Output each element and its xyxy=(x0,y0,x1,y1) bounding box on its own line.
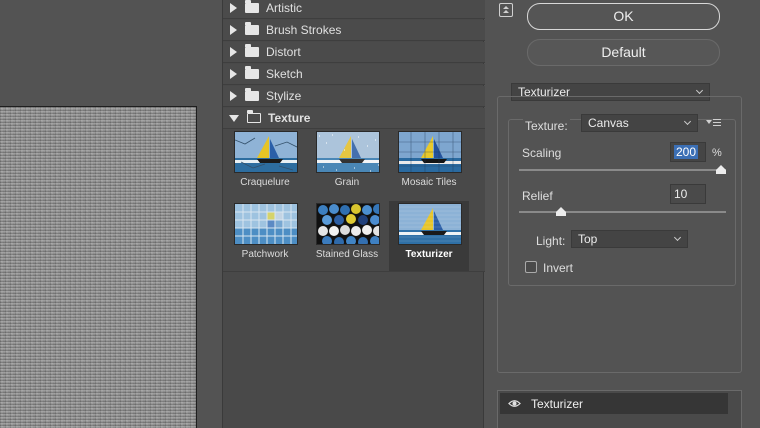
texture-options-group: Texture: Canvas Scaling 200 % Relief 10 xyxy=(508,114,736,286)
open-folder-icon xyxy=(246,110,261,123)
relief-label: Relief xyxy=(522,189,553,203)
folder-texture[interactable]: Texture xyxy=(223,108,485,129)
scaling-slider-knob[interactable] xyxy=(716,165,726,175)
folder-icon xyxy=(245,0,259,13)
preview-canvas[interactable] xyxy=(0,106,197,428)
preview-area xyxy=(0,0,215,428)
scaling-value: 200 xyxy=(674,145,699,159)
thumbnail-grain[interactable]: Grain xyxy=(307,129,387,199)
thumbnail-label: Patchwork xyxy=(241,249,289,260)
filter-options-group: Texture: Canvas Scaling 200 % Relief 10 xyxy=(497,96,742,373)
expand-triangle-icon xyxy=(230,69,237,79)
texture-menu-icon[interactable] xyxy=(706,118,721,128)
folder-label: Stylize xyxy=(266,89,302,103)
thumbnail-label: Craquelure xyxy=(240,177,290,188)
invert-checkbox[interactable] xyxy=(525,261,537,273)
expand-triangle-icon xyxy=(230,91,237,101)
chevron-down-icon xyxy=(673,233,682,242)
folder-label: Brush Strokes xyxy=(266,23,342,37)
effect-layer-name: Texturizer xyxy=(531,396,584,411)
thumbnail-stained-glass[interactable]: Stained Glass xyxy=(307,201,387,271)
chevron-down-icon xyxy=(695,86,704,95)
effect-layer-row[interactable]: Texturizer xyxy=(500,393,728,414)
relief-input[interactable]: 10 xyxy=(670,184,706,204)
folder-icon xyxy=(245,22,259,35)
scaling-input[interactable]: 200 xyxy=(670,142,706,162)
thumbnail-image xyxy=(316,131,380,173)
folder-label: Distort xyxy=(266,45,301,59)
expand-triangle-icon xyxy=(230,25,237,35)
folder-sketch[interactable]: Sketch xyxy=(223,64,485,85)
light-select[interactable]: Top xyxy=(571,230,688,248)
thumbnail-image xyxy=(398,131,462,173)
scaling-slider-track[interactable] xyxy=(519,169,726,171)
thumbnail-image xyxy=(234,131,298,173)
thumbnail-label: Mosaic Tiles xyxy=(401,177,457,188)
effect-layers-panel: Texturizer xyxy=(497,390,742,428)
texture-label: Texture: xyxy=(523,119,570,133)
texture-select-value: Canvas xyxy=(588,116,629,130)
thumbnail-craquelure[interactable]: Craquelure xyxy=(225,129,305,199)
thumbnail-mosaic-tiles[interactable]: Mosaic Tiles xyxy=(389,129,469,199)
thumbnail-label: Stained Glass xyxy=(315,249,379,260)
filter-gallery: Artistic Brush Strokes Distort Sketch St… xyxy=(222,0,485,428)
ok-button[interactable]: OK xyxy=(527,3,720,30)
relief-value: 10 xyxy=(674,187,688,201)
expand-triangle-icon xyxy=(230,47,237,57)
relief-slider-knob[interactable] xyxy=(556,207,566,217)
folder-icon xyxy=(245,66,259,79)
chevron-down-icon xyxy=(683,117,692,126)
eye-icon[interactable] xyxy=(508,397,521,410)
thumbnail-texturizer[interactable]: Texturizer xyxy=(389,201,469,271)
folder-distort[interactable]: Distort xyxy=(223,42,485,63)
collapse-gallery-icon[interactable] xyxy=(499,3,513,17)
folder-artistic[interactable]: Artistic xyxy=(223,0,485,19)
texture-select[interactable]: Canvas xyxy=(581,114,698,132)
expand-triangle-icon xyxy=(230,3,237,13)
thumbnail-label: Texturizer xyxy=(405,249,453,260)
relief-slider-track[interactable] xyxy=(519,211,726,213)
thumbnail-label: Grain xyxy=(334,177,360,188)
collapse-triangle-icon xyxy=(229,114,239,122)
default-button[interactable]: Default xyxy=(527,39,720,66)
scaling-label: Scaling xyxy=(522,146,562,160)
folder-stylize[interactable]: Stylize xyxy=(223,86,485,107)
thumbnail-image xyxy=(398,203,462,245)
invert-label: Invert xyxy=(543,261,574,275)
folder-label: Texture xyxy=(268,111,311,125)
light-select-value: Top xyxy=(578,232,598,246)
settings-panel: OK Default Texturizer Texture: Canvas Sc… xyxy=(485,0,760,428)
thumbnail-patchwork[interactable]: Patchwork xyxy=(225,201,305,271)
folder-icon xyxy=(245,44,259,57)
thumbnail-image xyxy=(234,203,298,245)
folder-brush-strokes[interactable]: Brush Strokes xyxy=(223,20,485,41)
folder-label: Sketch xyxy=(266,67,303,81)
scaling-unit: % xyxy=(712,147,722,159)
folder-label: Artistic xyxy=(266,1,302,15)
light-label: Light: xyxy=(536,234,566,248)
texture-thumbnails: Craquelure Grain Mosaic Tiles Patchwork … xyxy=(223,129,485,272)
thumbnail-image xyxy=(316,203,380,245)
folder-icon xyxy=(245,88,259,101)
